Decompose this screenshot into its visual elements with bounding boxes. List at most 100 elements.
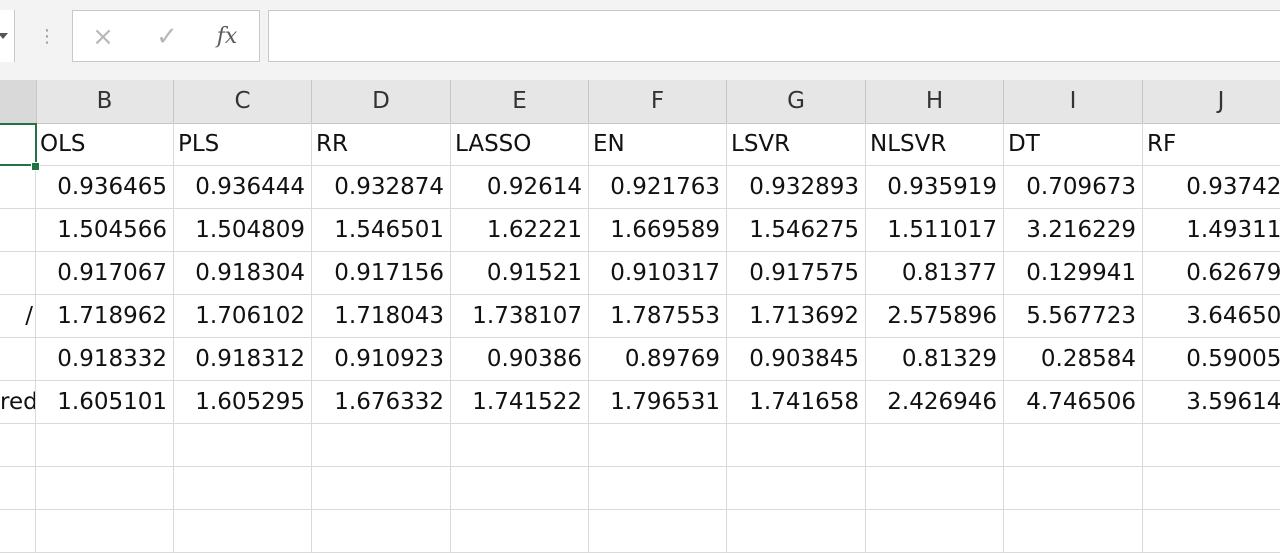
cell[interactable] xyxy=(1004,467,1143,510)
cell[interactable]: NLSVR xyxy=(866,123,1004,166)
cell[interactable] xyxy=(312,424,451,467)
cell[interactable]: 1.718043 xyxy=(312,295,451,338)
cell[interactable]: RF xyxy=(1143,123,1280,166)
cell[interactable]: 1.493111 xyxy=(1143,209,1280,252)
cell[interactable]: DT xyxy=(1004,123,1143,166)
cell[interactable]: 0.935919 xyxy=(866,166,1004,209)
cell[interactable]: 0.936465 xyxy=(36,166,174,209)
insert-function-icon[interactable]: fx xyxy=(209,19,245,55)
cell-a-partial[interactable] xyxy=(0,467,36,510)
cell[interactable]: 1.504566 xyxy=(36,209,174,252)
cell[interactable] xyxy=(589,510,727,553)
cell[interactable]: 0.910317 xyxy=(589,252,727,295)
cell[interactable]: 0.917575 xyxy=(727,252,866,295)
cell[interactable]: 0.910923 xyxy=(312,338,451,381)
column-header-i[interactable]: I xyxy=(1004,80,1143,123)
cell-a-partial[interactable]: / xyxy=(0,295,36,338)
cell[interactable]: 1.718962 xyxy=(36,295,174,338)
cell-a-partial[interactable] xyxy=(0,424,36,467)
cell[interactable]: 1.511017 xyxy=(866,209,1004,252)
cell-a-partial[interactable] xyxy=(0,338,36,381)
cell[interactable] xyxy=(36,424,174,467)
cell[interactable]: 1.605101 xyxy=(36,381,174,424)
cell[interactable] xyxy=(312,510,451,553)
cell[interactable]: 1.796531 xyxy=(589,381,727,424)
cell-a-partial[interactable] xyxy=(0,510,36,553)
cell[interactable] xyxy=(866,424,1004,467)
column-header-d[interactable]: D xyxy=(312,80,451,123)
cell[interactable] xyxy=(727,467,866,510)
column-header-g[interactable]: G xyxy=(727,80,866,123)
cell-a-partial[interactable] xyxy=(0,252,36,295)
cell-a-partial[interactable] xyxy=(0,209,36,252)
cell[interactable] xyxy=(174,510,312,553)
cell[interactable] xyxy=(36,510,174,553)
cell[interactable]: 0.918304 xyxy=(174,252,312,295)
cell[interactable]: 0.91521 xyxy=(451,252,589,295)
cell[interactable] xyxy=(451,510,589,553)
cell[interactable] xyxy=(1143,424,1280,467)
cell[interactable]: 0.932874 xyxy=(312,166,451,209)
cell[interactable]: 0.932893 xyxy=(727,166,866,209)
cell[interactable]: 0.903845 xyxy=(727,338,866,381)
cell[interactable]: 0.590059 xyxy=(1143,338,1280,381)
name-box-dropdown-icon[interactable] xyxy=(0,33,8,39)
cell[interactable]: 0.89769 xyxy=(589,338,727,381)
cell[interactable]: 1.676332 xyxy=(312,381,451,424)
cell[interactable]: 1.713692 xyxy=(727,295,866,338)
cell[interactable]: 3.216229 xyxy=(1004,209,1143,252)
cell[interactable]: 0.626796 xyxy=(1143,252,1280,295)
cell[interactable]: PLS xyxy=(174,123,312,166)
cell[interactable]: 0.709673 xyxy=(1004,166,1143,209)
cell[interactable]: 1.504809 xyxy=(174,209,312,252)
column-header-b[interactable]: B xyxy=(36,80,174,123)
cell[interactable]: 1.787553 xyxy=(589,295,727,338)
cancel-icon[interactable]: × xyxy=(85,19,121,55)
cell-a-partial[interactable] xyxy=(0,166,36,209)
cell[interactable] xyxy=(589,467,727,510)
cell[interactable]: 0.92614 xyxy=(451,166,589,209)
cell[interactable] xyxy=(451,467,589,510)
cell[interactable]: 1.706102 xyxy=(174,295,312,338)
cell[interactable]: 0.918312 xyxy=(174,338,312,381)
cell[interactable]: RR xyxy=(312,123,451,166)
cell[interactable]: 0.81329 xyxy=(866,338,1004,381)
formula-input[interactable] xyxy=(268,10,1280,62)
cell[interactable]: 1.605295 xyxy=(174,381,312,424)
column-header-e[interactable]: E xyxy=(451,80,589,123)
cell[interactable] xyxy=(727,510,866,553)
cell[interactable]: 0.90386 xyxy=(451,338,589,381)
fill-handle[interactable] xyxy=(31,162,40,171)
cell[interactable] xyxy=(866,467,1004,510)
cell[interactable]: 1.738107 xyxy=(451,295,589,338)
cell[interactable] xyxy=(1143,467,1280,510)
column-header-a-partial[interactable] xyxy=(0,80,37,123)
cell[interactable]: LASSO xyxy=(451,123,589,166)
cell[interactable]: 0.936444 xyxy=(174,166,312,209)
cell[interactable]: 1.546501 xyxy=(312,209,451,252)
cell[interactable] xyxy=(727,424,866,467)
column-header-j[interactable]: J xyxy=(1143,80,1280,123)
cell[interactable]: 0.937428 xyxy=(1143,166,1280,209)
cell[interactable]: 2.426946 xyxy=(866,381,1004,424)
cell-a-partial[interactable]: red xyxy=(0,381,36,424)
cell[interactable]: EN xyxy=(589,123,727,166)
column-header-f[interactable]: F xyxy=(589,80,727,123)
cell[interactable] xyxy=(1143,510,1280,553)
formula-bar-resize-handle[interactable]: ⋮ xyxy=(38,22,56,52)
cell[interactable]: 1.669589 xyxy=(589,209,727,252)
cell[interactable]: 0.28584 xyxy=(1004,338,1143,381)
cell[interactable]: 0.917067 xyxy=(36,252,174,295)
cell[interactable]: 3.596143 xyxy=(1143,381,1280,424)
cell[interactable]: 1.741522 xyxy=(451,381,589,424)
cell[interactable] xyxy=(866,510,1004,553)
cell[interactable] xyxy=(1004,510,1143,553)
cell[interactable]: 4.746506 xyxy=(1004,381,1143,424)
cell[interactable]: 3.646501 xyxy=(1143,295,1280,338)
column-header-h[interactable]: H xyxy=(866,80,1004,123)
cell[interactable] xyxy=(312,467,451,510)
cell[interactable]: 0.918332 xyxy=(36,338,174,381)
cell[interactable]: 0.129941 xyxy=(1004,252,1143,295)
cell[interactable]: OLS xyxy=(36,123,174,166)
cell[interactable]: 0.921763 xyxy=(589,166,727,209)
